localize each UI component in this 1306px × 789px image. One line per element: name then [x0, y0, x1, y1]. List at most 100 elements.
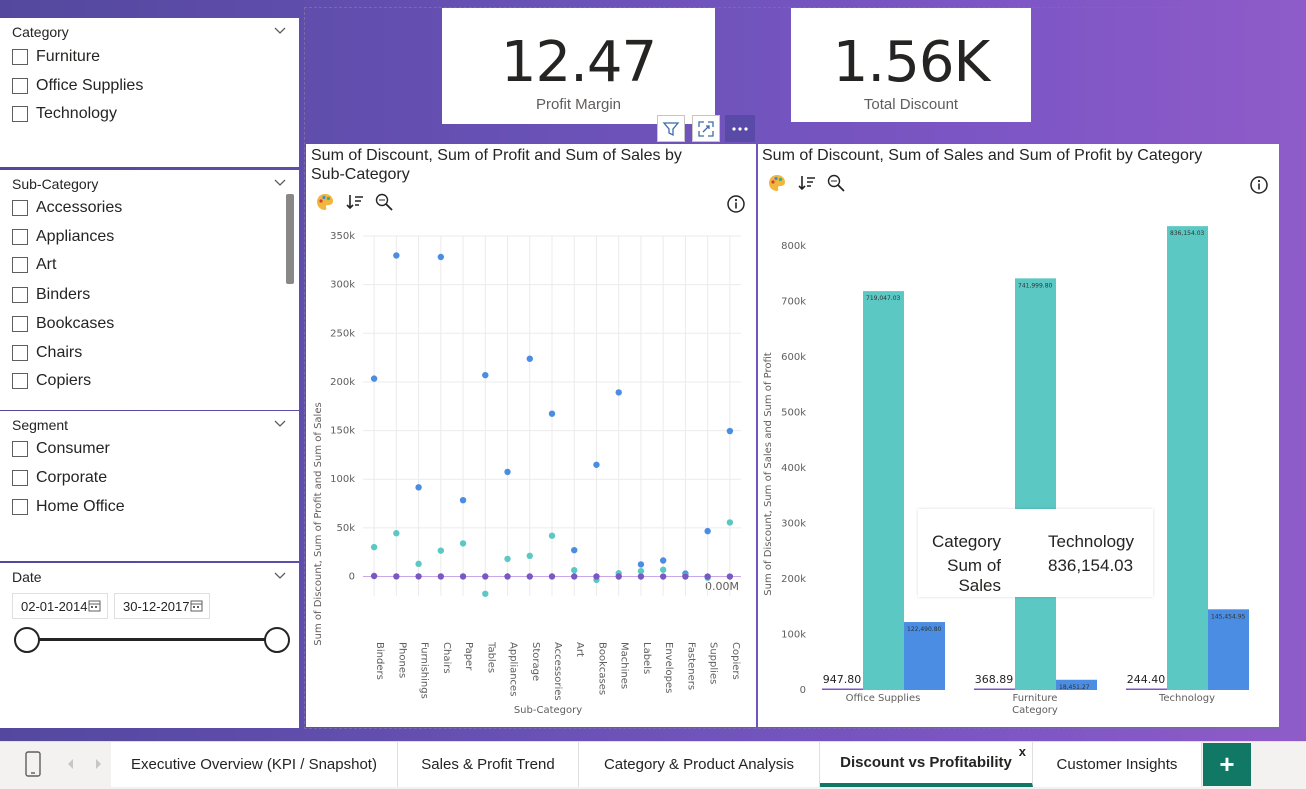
kpi-label: Profit Margin [535, 96, 622, 113]
bar [1126, 688, 1167, 690]
tab-close-button[interactable]: x [1019, 744, 1026, 759]
segment-option-corporate[interactable]: Corporate [12, 467, 107, 489]
segment-option-home-office[interactable]: Home Office [12, 496, 125, 518]
chevron-down-icon[interactable] [273, 417, 287, 431]
slicer-scrollbar[interactable] [286, 194, 294, 284]
checkbox[interactable] [12, 229, 28, 245]
add-page-button[interactable]: + [1203, 743, 1251, 786]
tab-discount-vs-profitability[interactable]: Discount vs Profitability x [820, 742, 1033, 787]
scatter-point [437, 253, 445, 261]
x-tick-label: Furnishings [419, 642, 430, 699]
checkbox[interactable] [12, 287, 28, 303]
y-axis-title: Sum of Discount, Sum of Profit and Sum o… [313, 402, 324, 645]
more-options-button[interactable] [725, 115, 755, 142]
data-label: 368.89 [975, 673, 1014, 686]
end-label: 0.00M [705, 580, 739, 593]
tab-sales-profit-trend[interactable]: Sales & Profit Trend [398, 742, 579, 787]
x-tick-label: Bookcases [596, 642, 607, 695]
checkbox[interactable] [12, 200, 28, 216]
category-option-furniture[interactable]: Furniture [12, 46, 100, 68]
mobile-layout-icon[interactable] [22, 751, 44, 777]
bar [863, 291, 904, 690]
category-option-office-supplies[interactable]: Office Supplies [12, 75, 143, 97]
date-range-start-handle[interactable] [14, 627, 40, 653]
checkbox[interactable] [12, 316, 28, 332]
scatter-point [615, 389, 622, 396]
focus-mode-button[interactable] [692, 115, 720, 142]
scatter-chart[interactable]: Sum of Discount, Sum of Profit and Sum o… [306, 144, 756, 727]
tab-customer-insights[interactable]: Customer Insights [1033, 742, 1202, 787]
chevron-right-icon[interactable] [93, 758, 103, 770]
checkbox[interactable] [12, 499, 28, 515]
scatter-point [593, 573, 600, 580]
sub-category-option[interactable]: Appliances [12, 226, 114, 248]
chevron-down-icon[interactable] [273, 176, 287, 190]
sub-category-option[interactable]: Chairs [12, 342, 82, 364]
scatter-visual[interactable]: Sum of Discount, Sum of Profit and Sum o… [306, 144, 756, 727]
checkbox[interactable] [12, 345, 28, 361]
data-label: 947.80 [823, 673, 862, 686]
checkbox[interactable] [12, 49, 28, 65]
tooltip-key: Sum of Sales [947, 556, 1001, 595]
scatter-point [548, 573, 556, 580]
tab-label: Category & Product Analysis [603, 756, 795, 773]
sub-category-option[interactable]: Copiers [12, 370, 91, 392]
checkbox[interactable] [12, 470, 28, 486]
bar-chart[interactable]: Sum of Discount, Sum of Sales and Sum of… [758, 144, 1279, 727]
scatter-point [637, 561, 645, 568]
scatter-point [659, 566, 667, 573]
scatter-point [659, 573, 667, 580]
option-label: Copiers [36, 372, 92, 389]
category-option-technology[interactable]: Technology [12, 103, 117, 125]
x-tick-label: Labels [641, 642, 652, 674]
scatter-point [393, 573, 400, 580]
kpi-card-total-discount[interactable]: 1.56K Total Discount [791, 8, 1031, 122]
tab-label: Executive Overview (KPI / Snapshot) [131, 756, 377, 773]
checkbox[interactable] [12, 373, 28, 389]
scatter-point [370, 375, 378, 382]
option-label: Corporate [36, 469, 108, 486]
y-tick-label: 600k [781, 352, 806, 363]
date-range-end-handle[interactable] [264, 627, 290, 653]
y-tick-label: 250k [330, 328, 355, 339]
chevron-left-icon[interactable] [66, 758, 76, 770]
sub-category-option[interactable]: Art [12, 254, 56, 276]
chevron-down-icon[interactable] [273, 569, 287, 583]
y-tick-label: 50k [336, 523, 355, 534]
bar-visual[interactable]: Sum of Discount, Sum of Sales and Sum of… [758, 144, 1279, 727]
scatter-point [482, 371, 489, 379]
sub-category-option[interactable]: Accessories [12, 197, 122, 219]
calendar-icon[interactable] [190, 599, 203, 612]
sub-category-option[interactable]: Binders [12, 284, 90, 306]
scatter-point [504, 555, 511, 563]
option-label: Home Office [36, 498, 125, 515]
checkbox[interactable] [12, 441, 28, 457]
tab-label: Sales & Profit Trend [421, 756, 555, 773]
scatter-point [504, 468, 511, 476]
segment-option-consumer[interactable]: Consumer [12, 438, 110, 460]
calendar-icon[interactable] [88, 599, 101, 612]
y-tick-label: 100k [781, 630, 806, 641]
tab-executive-overview[interactable]: Executive Overview (KPI / Snapshot) [111, 742, 398, 787]
tab-category-product-analysis[interactable]: Category & Product Analysis [579, 742, 820, 787]
checkbox[interactable] [12, 106, 28, 122]
scatter-point [459, 540, 467, 547]
filter-button[interactable] [657, 115, 685, 142]
chevron-down-icon[interactable] [273, 24, 287, 38]
date-start-input[interactable]: 02-01-2014 [12, 593, 108, 619]
date-end-input[interactable]: 30-12-2017 [114, 593, 210, 619]
option-label: Art [36, 256, 57, 273]
checkbox[interactable] [12, 257, 28, 273]
chart-tooltip: Category Technology Sum of Sales 836,154… [918, 509, 1153, 597]
option-label: Binders [36, 286, 91, 303]
y-tick-label: 200k [781, 574, 806, 585]
sub-category-option[interactable]: Bookcases [12, 313, 114, 335]
checkbox[interactable] [12, 78, 28, 94]
scatter-point [726, 519, 734, 526]
segment-slicer-title: Segment [12, 417, 69, 433]
tooltip-value: Technology [1048, 532, 1135, 551]
kpi-card-profit-margin[interactable]: 12.47 Profit Margin [442, 8, 715, 124]
scatter-point [593, 461, 600, 468]
scatter-point [393, 252, 400, 259]
data-label: 122,490.80 [907, 626, 942, 633]
